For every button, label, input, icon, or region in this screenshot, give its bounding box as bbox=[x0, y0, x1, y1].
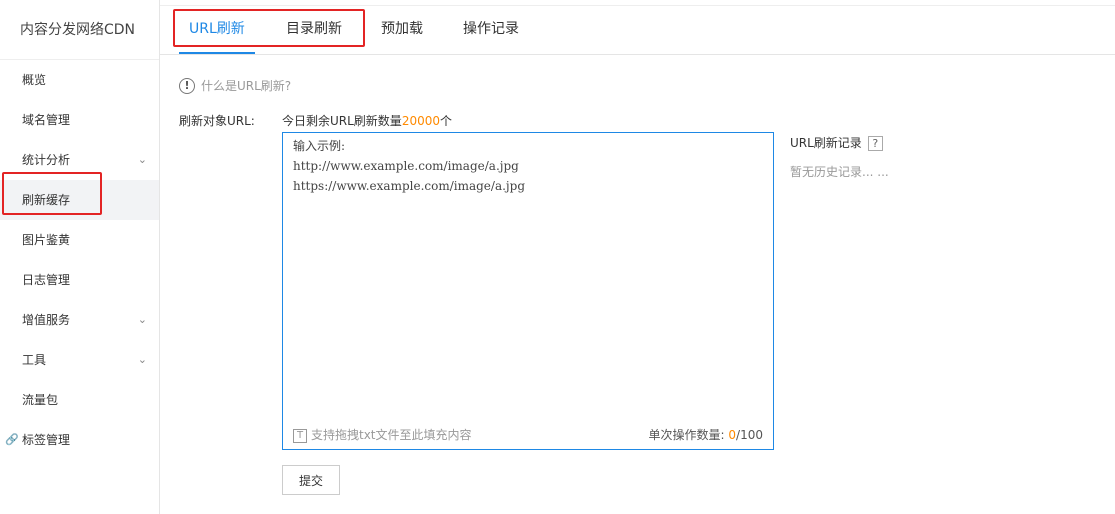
tab-operation-log[interactable]: 操作记录 bbox=[463, 18, 519, 38]
tab-preload[interactable]: 预加载 bbox=[381, 18, 423, 38]
quota-prefix: 今日剩余URL刷新数量 bbox=[282, 114, 402, 128]
refresh-records-title: URL刷新记录 bbox=[790, 136, 862, 150]
sidebar-item-image-moderation[interactable]: 图片鉴黄 bbox=[0, 220, 159, 260]
count-max: /100 bbox=[736, 428, 763, 442]
sidebar-item-value-added-services[interactable]: 增值服务 ⌄ bbox=[0, 300, 159, 340]
tab-directory-refresh[interactable]: 目录刷新 bbox=[286, 18, 342, 38]
url-input-area[interactable]: 输入示例: http://www.example.com/image/a.jpg… bbox=[282, 132, 774, 450]
sidebar-item-label: 日志管理 bbox=[22, 273, 71, 287]
sidebar-item-overview[interactable]: 概览 bbox=[0, 60, 159, 100]
sidebar-item-refresh-cache[interactable]: 刷新缓存 bbox=[0, 180, 159, 220]
count-current: 0 bbox=[728, 428, 737, 442]
sidebar-item-log-management[interactable]: 日志管理 bbox=[0, 260, 159, 300]
sidebar-item-traffic-package[interactable]: 流量包 bbox=[0, 380, 159, 420]
sidebar-item-tools[interactable]: 工具 ⌄ bbox=[0, 340, 159, 380]
sidebar-item-label: 概览 bbox=[22, 73, 47, 87]
tab-bar: URL刷新 目录刷新 预加载 操作记录 bbox=[160, 0, 1115, 55]
quota-suffix: 个 bbox=[440, 114, 453, 128]
text-file-icon: T bbox=[293, 428, 307, 443]
drag-hint-text: 支持拖拽txt文件至此填充内容 bbox=[311, 428, 472, 442]
tab-url-refresh[interactable]: URL刷新 bbox=[189, 18, 245, 38]
sidebar-item-label: 图片鉴黄 bbox=[22, 233, 71, 247]
url-input-placeholder: 输入示例: http://www.example.com/image/a.jpg… bbox=[293, 139, 526, 193]
sidebar-item-label: 工具 bbox=[22, 353, 47, 367]
sidebar-item-label: 流量包 bbox=[22, 393, 59, 407]
quota-value: 20000 bbox=[401, 114, 440, 128]
help-link[interactable]: ! 什么是URL刷新? bbox=[179, 77, 291, 94]
drag-hint: T 支持拖拽txt文件至此填充内容 bbox=[293, 426, 472, 443]
records-empty-text: 暂无历史记录... ... bbox=[790, 165, 889, 179]
sidebar-item-label: 域名管理 bbox=[22, 113, 71, 127]
refresh-url-label: 刷新对象URL: bbox=[179, 114, 255, 128]
sidebar-item-label: 标签管理 bbox=[22, 433, 71, 447]
sidebar-item-domain-management[interactable]: 域名管理 bbox=[0, 100, 159, 140]
sidebar-title: 内容分发网络CDN bbox=[0, 0, 159, 60]
help-text: 什么是URL刷新? bbox=[201, 79, 292, 93]
info-icon: ! bbox=[179, 77, 195, 94]
chevron-down-icon: ⌄ bbox=[137, 313, 147, 326]
chevron-down-icon: ⌄ bbox=[137, 353, 147, 366]
sidebar-item-tag-management[interactable]: 🔗 标签管理 bbox=[0, 420, 159, 460]
chevron-down-icon: ⌄ bbox=[137, 153, 147, 166]
count-label: 单次操作数量: bbox=[648, 428, 725, 442]
sidebar-item-label: 刷新缓存 bbox=[22, 193, 71, 207]
sidebar-item-label: 增值服务 bbox=[22, 313, 71, 327]
operation-count: 单次操作数量: 0/100 bbox=[649, 426, 763, 443]
link-icon: 🔗 bbox=[5, 433, 19, 446]
sidebar-item-statistics[interactable]: 统计分析 ⌄ bbox=[0, 140, 159, 180]
sidebar-item-label: 统计分析 bbox=[22, 153, 71, 167]
sidebar: 内容分发网络CDN 概览 域名管理 统计分析 ⌄ 刷新缓存 图片鉴黄 日志管理 … bbox=[0, 0, 160, 514]
refresh-records: URL刷新记录? bbox=[790, 134, 883, 151]
question-icon[interactable]: ? bbox=[867, 136, 883, 151]
active-tab-indicator bbox=[179, 52, 255, 54]
quota-text: 今日剩余URL刷新数量20000个 bbox=[282, 112, 452, 129]
submit-button[interactable]: 提交 bbox=[282, 465, 340, 495]
